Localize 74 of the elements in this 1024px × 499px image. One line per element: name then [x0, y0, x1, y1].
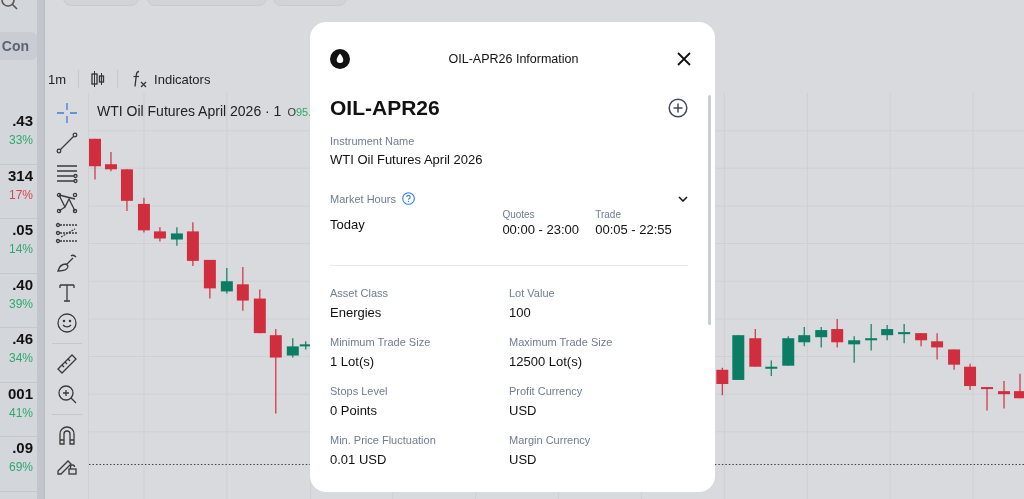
- watchlist-tab[interactable]: Con: [0, 32, 37, 60]
- candlestick: [782, 335, 795, 367]
- candlestick: [765, 360, 778, 377]
- candlestick: [220, 267, 233, 295]
- candlestick: [881, 324, 894, 341]
- candlestick: [137, 197, 150, 233]
- field-label: Lot Value: [509, 287, 556, 299]
- hours-value: 00:00 - 23:00: [502, 222, 580, 237]
- field-value: USD: [509, 403, 538, 418]
- field-label: Instrument Name: [330, 135, 416, 147]
- candlestick: [749, 328, 762, 368]
- sidebar-scrollbar[interactable]: [37, 0, 45, 499]
- field-label: Profit Currency: [509, 385, 584, 397]
- field-label: Min. Price Fluctuation: [330, 434, 437, 446]
- candlestick: [815, 326, 828, 348]
- candlestick-icon[interactable]: [91, 70, 106, 88]
- candlestick: [798, 326, 811, 347]
- add-icon[interactable]: [668, 98, 688, 118]
- field-value: 100: [509, 305, 532, 320]
- candlestick: [732, 334, 745, 381]
- candlestick: [981, 386, 994, 412]
- candlestick: [716, 367, 729, 396]
- candlestick: [105, 151, 117, 172]
- candlestick: [998, 380, 1010, 410]
- day-label: Today: [330, 217, 366, 232]
- oil-drop-icon: [330, 49, 350, 69]
- hours-value: 00:05 - 22:55: [595, 222, 673, 237]
- candlestick: [253, 288, 266, 334]
- candlestick: [948, 348, 961, 371]
- field-label: Stops Level: [330, 385, 389, 397]
- candlestick: [898, 323, 911, 344]
- candlestick: [120, 168, 133, 212]
- field-value: 0.01 USD: [330, 452, 388, 467]
- candlestick: [1014, 373, 1024, 399]
- candlestick: [236, 266, 249, 312]
- dialog-title: OIL-APR26 Information: [448, 52, 579, 66]
- candlestick: [865, 323, 878, 352]
- candlestick: [831, 318, 844, 348]
- field-label: Maximum Trade Size: [509, 336, 614, 348]
- pattern-icon[interactable]: [54, 191, 79, 215]
- candlestick: [153, 226, 166, 243]
- field-label: Minimum Trade Size: [330, 336, 432, 348]
- field-value: 0 Points: [330, 403, 378, 418]
- field-value: 1 Lot(s): [330, 354, 376, 369]
- field-value: USD: [509, 452, 538, 467]
- candlestick: [915, 332, 928, 347]
- close-icon[interactable]: [677, 52, 691, 66]
- open-label: O: [287, 106, 296, 118]
- candlestick: [89, 138, 101, 181]
- field-label: Trade: [595, 209, 622, 220]
- fib-levels-icon[interactable]: [54, 221, 79, 245]
- field-value: 12500 Lot(s): [509, 354, 583, 369]
- candlestick: [848, 335, 861, 364]
- field-label: Asset Class: [330, 287, 390, 299]
- field-value: WTI Oil Futures April 2026: [330, 152, 484, 167]
- candlestick: [931, 332, 944, 361]
- chevron-down-icon[interactable]: [678, 195, 688, 202]
- symbol-heading: OIL-APR26: [330, 96, 440, 120]
- smiley-icon[interactable]: [54, 311, 79, 335]
- field-label: Margin Currency: [509, 434, 592, 446]
- candlestick: [186, 221, 199, 267]
- interval-button[interactable]: 1m: [48, 71, 67, 87]
- field-label: Quotes: [502, 209, 536, 220]
- indicators-button[interactable]: Indicators: [130, 70, 211, 88]
- candlestick: [170, 226, 183, 247]
- help-icon[interactable]: [402, 192, 416, 205]
- chart-title: WTI Oil Futures April 2026 · 1: [97, 103, 282, 119]
- field-label: Market Hours: [330, 192, 397, 205]
- scrollbar-thumb[interactable]: [708, 95, 711, 325]
- trend-line-icon[interactable]: [54, 131, 79, 155]
- candlestick: [964, 363, 977, 391]
- candlestick: [203, 259, 216, 300]
- field-value: Energies: [330, 305, 383, 320]
- open-value: 95.: [295, 106, 312, 118]
